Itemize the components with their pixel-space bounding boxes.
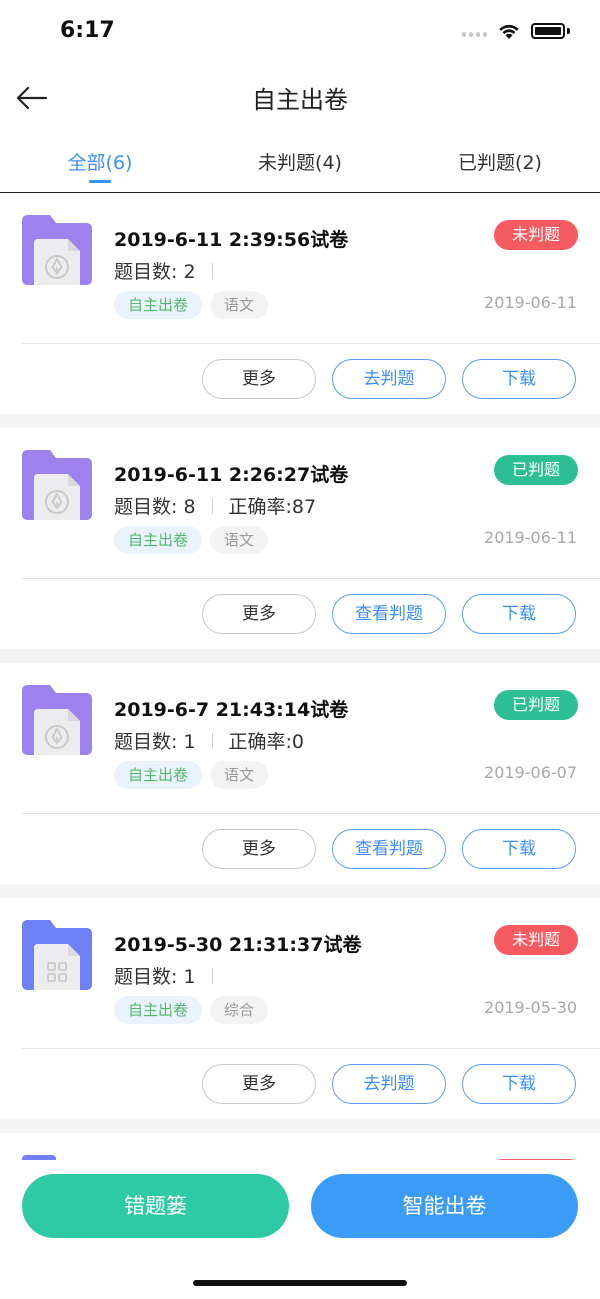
paper-card[interactable]: 2019-6-7 21:43:14试卷 已判题题目数: 1 正确率:0 自主出卷 语文 2…: [0, 663, 600, 884]
tab-ungraded[interactable]: 未判题(4): [200, 130, 400, 192]
paper-meta: 题目数: 8 正确率:87: [114, 492, 316, 519]
status-badge: 已判题: [494, 455, 578, 485]
status-time: 6:17: [60, 18, 115, 43]
grade-button[interactable]: 查看判题: [332, 829, 446, 869]
status-icons: [462, 22, 570, 40]
paper-meta: 题目数: 2: [114, 257, 229, 284]
app-screen: 6:17 自主出卷 全部(6) 未判题(4) 已判题(2) 2019-6-11 …: [0, 0, 600, 1299]
grade-button[interactable]: 去判题: [332, 1064, 446, 1104]
accuracy-rate: 正确率:87: [228, 496, 317, 518]
smart-paper-button[interactable]: 智能出卷: [311, 1174, 578, 1238]
more-button[interactable]: 更多: [202, 359, 316, 399]
mode-tag: 自主出卷: [114, 761, 203, 789]
meta-divider: [211, 497, 213, 514]
folder-icon: [22, 215, 92, 285]
paper-card[interactable]: 2019-6-11 2:26:27试卷 已判题题目数: 8 正确率:87 自主出卷 语文…: [0, 428, 600, 649]
tab-graded[interactable]: 已判题(2): [400, 130, 600, 192]
paper-date: 2019-06-11: [484, 293, 577, 312]
download-button[interactable]: 下载: [462, 359, 576, 399]
home-indicator[interactable]: [193, 1280, 407, 1286]
page-title: 自主出卷: [252, 86, 348, 114]
nav-bar: 自主出卷: [0, 66, 600, 130]
status-badge: 未判题: [494, 925, 578, 955]
cellular-signal-icon: [462, 25, 487, 37]
subject-tag: 语文: [210, 526, 269, 554]
folder-icon: [22, 450, 92, 520]
mode-tag: 自主出卷: [114, 291, 203, 319]
card-divider: [22, 813, 600, 814]
tab-all[interactable]: 全部(6): [0, 130, 200, 192]
download-button[interactable]: 下载: [462, 829, 576, 869]
wifi-icon: [499, 24, 519, 39]
paper-title: 2019-5-30 21:31:37试卷: [114, 934, 362, 956]
status-bar: 6:17: [0, 0, 600, 66]
download-button[interactable]: 下载: [462, 594, 576, 634]
question-count: 题目数: 2: [114, 261, 196, 283]
accuracy-rate: 正确率:0: [228, 731, 305, 753]
paper-date: 2019-05-30: [484, 998, 577, 1017]
more-button[interactable]: 更多: [202, 829, 316, 869]
battery-tip: [567, 28, 570, 34]
card-divider: [22, 343, 600, 344]
question-count: 题目数: 1: [114, 966, 196, 988]
paper-list: 2019-6-11 2:39:56试卷 未判题 题目数: 2 自主出卷 语文 2019-0…: [0, 193, 600, 1193]
paper-card[interactable]: 2019-5-30 21:31:37试卷 未判题题目数: 1 自主出卷 综合 2019-…: [0, 898, 600, 1119]
question-count: 题目数: 1: [114, 731, 196, 753]
battery-icon: [531, 23, 565, 39]
paper-meta: 题目数: 1 正确率:0: [114, 727, 304, 754]
subject-tag: 综合: [210, 996, 269, 1024]
meta-divider: [211, 262, 213, 279]
mode-tag: 自主出卷: [114, 996, 203, 1024]
download-button[interactable]: 下载: [462, 1064, 576, 1104]
mode-tag: 自主出卷: [114, 526, 203, 554]
paper-meta: 题目数: 1: [114, 962, 229, 989]
more-button[interactable]: 更多: [202, 1064, 316, 1104]
paper-date: 2019-06-07: [484, 763, 577, 782]
wrong-question-book-button[interactable]: 错题篓: [22, 1174, 289, 1238]
folder-icon: [22, 920, 92, 990]
subject-tag: 语文: [210, 761, 269, 789]
question-count: 题目数: 8: [114, 496, 196, 518]
more-button[interactable]: 更多: [202, 594, 316, 634]
card-divider: [22, 578, 600, 579]
card-divider: [22, 1048, 600, 1049]
meta-divider: [211, 967, 213, 984]
meta-divider: [211, 732, 213, 749]
subject-tag: 语文: [210, 291, 269, 319]
paper-title: 2019-6-11 2:26:27试卷: [114, 464, 349, 486]
paper-title: 2019-6-11 2:39:56试卷: [114, 229, 349, 251]
folder-icon: [22, 685, 92, 755]
paper-title: 2019-6-7 21:43:14试卷: [114, 699, 349, 721]
status-badge: 已判题: [494, 690, 578, 720]
grade-button[interactable]: 去判题: [332, 359, 446, 399]
bottom-action-bar: 错题篓 智能出卷: [0, 1160, 600, 1299]
grade-button[interactable]: 查看判题: [332, 594, 446, 634]
paper-card[interactable]: 2019-6-11 2:39:56试卷 未判题题目数: 2 自主出卷 语文 2019-0…: [0, 193, 600, 414]
status-badge: 未判题: [494, 220, 578, 250]
paper-date: 2019-06-11: [484, 528, 577, 547]
filter-tabs: 全部(6) 未判题(4) 已判题(2): [0, 130, 600, 193]
